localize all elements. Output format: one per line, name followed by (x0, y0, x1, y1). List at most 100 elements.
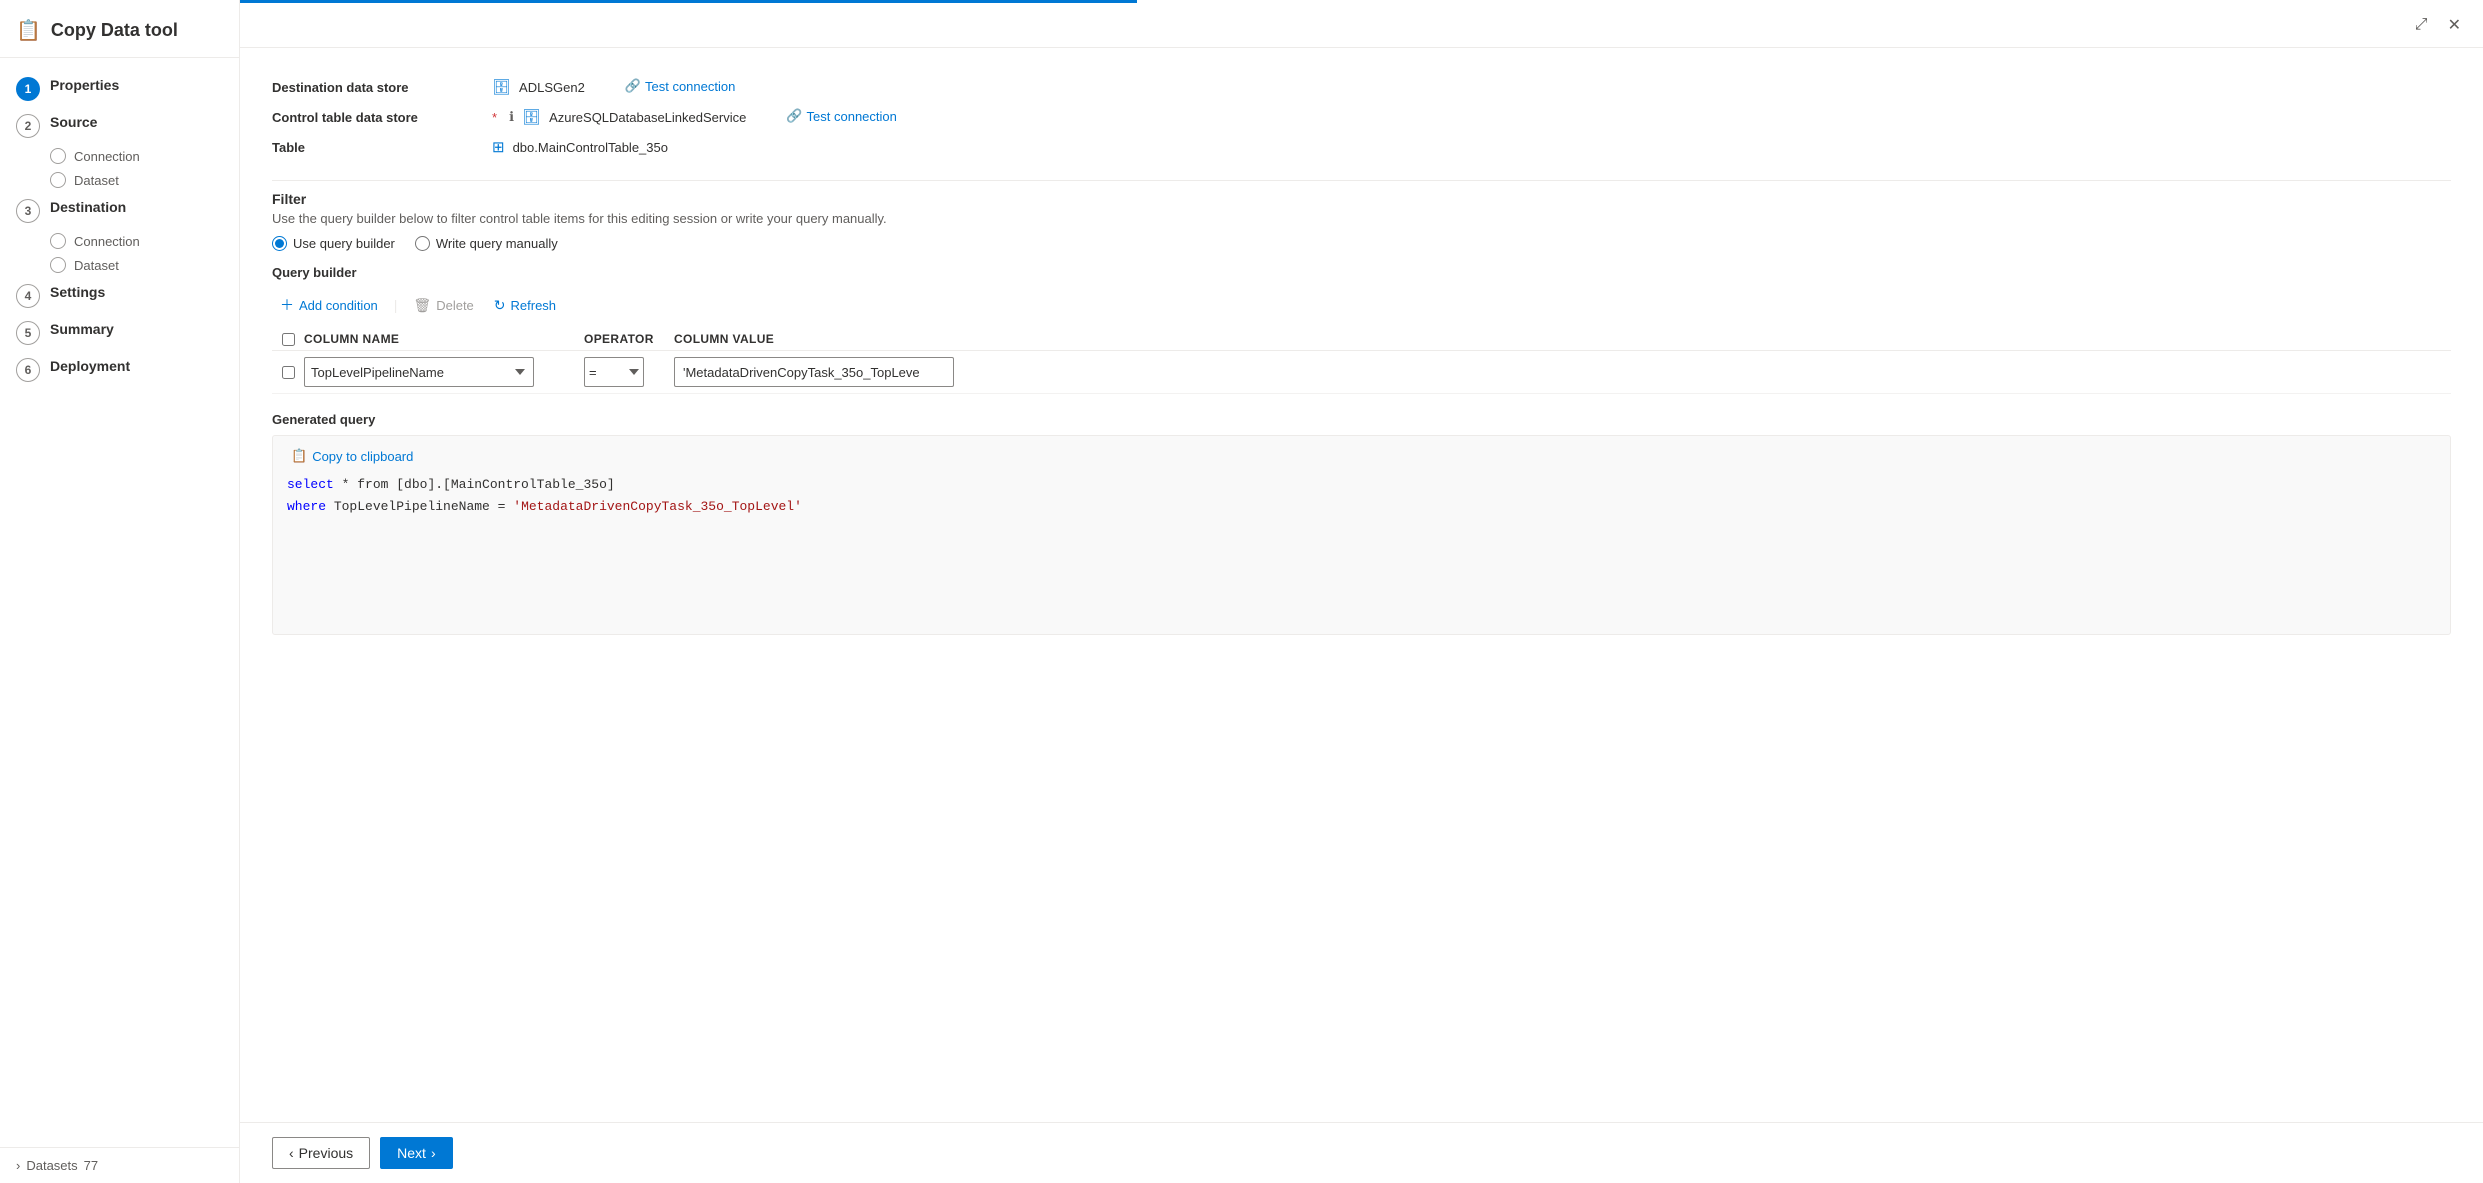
step-circle-6: 6 (16, 358, 40, 382)
next-button[interactable]: Next › (380, 1137, 452, 1169)
test-conn-icon-dest: 🔗 (625, 78, 641, 94)
main-panel: ⤢ ✕ Destination data store 🗄 ADLSGen2 🔗 … (240, 0, 2483, 1183)
step-circle-1: 1 (16, 77, 40, 101)
qb-row-operator-select-wrapper: = != > < (584, 357, 674, 387)
query-keyword-where: where (287, 499, 326, 514)
required-star-control: * (492, 110, 497, 125)
radio-write-query-manually-input[interactable] (415, 236, 430, 251)
sidebar-sub-label-source-conn: Connection (74, 149, 140, 164)
info-row-control-store: Control table data store * ℹ 🗄 AzureSQLD… (272, 102, 2451, 132)
qb-header-check (272, 333, 304, 346)
radio-use-query-builder[interactable]: Use query builder (272, 236, 395, 251)
query-builder-row: TopLevelPipelineName PipelineName Source… (272, 351, 2451, 394)
trash-icon: 🗑 (413, 297, 431, 314)
qb-col-header-name: COLUMN NAME (304, 332, 584, 346)
query-string-value: 'MetadataDrivenCopyTask_35o_TopLevel' (513, 499, 802, 514)
sidebar-sub-destination-dataset[interactable]: Dataset (0, 253, 239, 277)
chevron-right-icon: › (16, 1158, 20, 1173)
sidebar-item-properties[interactable]: 1 Properties (0, 70, 239, 107)
query-text: select * from [dbo].[MainControlTable_35… (287, 474, 2436, 518)
sidebar-sub-label-source-dataset: Dataset (74, 173, 119, 188)
sidebar-sub-source-dataset[interactable]: Dataset (0, 168, 239, 192)
delete-button[interactable]: 🗑 Delete (405, 292, 481, 319)
test-connection-dest-link[interactable]: 🔗 Test connection (625, 78, 736, 94)
qb-row-value-wrapper (674, 357, 2451, 387)
copy-to-clipboard-button[interactable]: 📋 Copy to clipboard (287, 446, 417, 466)
filter-section-title: Filter (272, 191, 2451, 207)
sidebar-header: 📋 Copy Data tool (0, 0, 239, 58)
destination-store-name: ADLSGen2 (519, 80, 585, 95)
sidebar-item-destination[interactable]: 3 Destination (0, 192, 239, 229)
sub-circle-dest-dataset (50, 257, 66, 273)
adls-icon: 🗄 (492, 78, 511, 96)
generated-query-title: Generated query (272, 412, 2451, 427)
query-line-1: select * from [dbo].[MainControlTable_35… (287, 474, 2436, 496)
qb-select-all-checkbox[interactable] (282, 333, 295, 346)
qb-col-header-operator: OPERATOR (584, 332, 674, 346)
expand-icon: ⤢ (2415, 16, 2428, 33)
table-name: dbo.MainControlTable_35o (513, 140, 668, 155)
query-keyword-select: select (287, 477, 334, 492)
refresh-icon: ↻ (494, 297, 506, 314)
sidebar-item-label-destination: Destination (50, 198, 126, 218)
step-circle-4: 4 (16, 284, 40, 308)
sidebar: 📋 Copy Data tool 1 Properties 2 Source C… (0, 0, 240, 1183)
filter-description: Use the query builder below to filter co… (272, 211, 2451, 226)
qb-column-name-select[interactable]: TopLevelPipelineName PipelineName Source… (304, 357, 534, 387)
generated-query-section: Generated query 📋 Copy to clipboard sele… (272, 412, 2451, 635)
sub-circle-dest-conn (50, 233, 66, 249)
sidebar-item-label-deployment: Deployment (50, 357, 130, 377)
sidebar-item-label-properties: Properties (50, 76, 119, 96)
radio-write-query-manually-label: Write query manually (436, 236, 558, 251)
sidebar-item-deployment[interactable]: 6 Deployment (0, 351, 239, 388)
radio-write-query-manually[interactable]: Write query manually (415, 236, 558, 251)
sidebar-sub-destination-connection[interactable]: Connection (0, 229, 239, 253)
main-content: Destination data store 🗄 ADLSGen2 🔗 Test… (240, 48, 2483, 1122)
sidebar-title: Copy Data tool (51, 20, 178, 41)
test-connection-control-link[interactable]: 🔗 Test connection (786, 108, 897, 124)
query-line-2: where TopLevelPipelineName = 'MetadataDr… (287, 496, 2436, 518)
sidebar-item-label-settings: Settings (50, 283, 105, 303)
step-circle-3: 3 (16, 199, 40, 223)
sidebar-item-settings[interactable]: 4 Settings (0, 277, 239, 314)
sidebar-bottom-num: 77 (84, 1158, 98, 1173)
expand-button[interactable]: ⤢ (2409, 11, 2434, 39)
qb-row-check (272, 366, 304, 379)
refresh-button[interactable]: ↻ Refresh (486, 292, 564, 319)
sidebar-sub-label-dest-conn: Connection (74, 234, 140, 249)
generated-query-box: 📋 Copy to clipboard select * from [dbo].… (272, 435, 2451, 635)
sidebar-sub-label-dest-dataset: Dataset (74, 258, 119, 273)
close-icon: ✕ (2448, 17, 2461, 34)
add-condition-button[interactable]: ＋ Add condition (272, 290, 386, 320)
qb-column-value-input[interactable] (674, 357, 954, 387)
bottom-bar: ‹ Previous Next › (240, 1122, 2483, 1183)
sidebar-item-summary[interactable]: 5 Summary (0, 314, 239, 351)
sidebar-sub-source-connection[interactable]: Connection (0, 144, 239, 168)
info-label-control-store: Control table data store (272, 108, 492, 125)
sidebar-item-label-source: Source (50, 113, 97, 133)
table-grid-icon: ⊞ (492, 138, 505, 156)
sub-circle-source-dataset (50, 172, 66, 188)
info-icon: ℹ (509, 109, 514, 125)
qb-operator-select[interactable]: = != > < (584, 357, 644, 387)
sidebar-bottom-datasets[interactable]: › Datasets 77 (0, 1147, 239, 1183)
copy-clipboard-label: Copy to clipboard (312, 449, 413, 464)
query-builder-toolbar: ＋ Add condition | 🗑 Delete ↻ Refresh (272, 290, 2451, 320)
close-button[interactable]: ✕ (2442, 11, 2467, 39)
sidebar-nav: 1 Properties 2 Source Connection Dataset… (0, 58, 239, 400)
sql-icon: 🗄 (522, 108, 541, 126)
sidebar-item-source[interactable]: 2 Source (0, 107, 239, 144)
copy-data-icon: 📋 (16, 18, 41, 43)
plus-icon: ＋ (280, 295, 294, 315)
radio-use-query-builder-input[interactable] (272, 236, 287, 251)
info-row-destination-store: Destination data store 🗄 ADLSGen2 🔗 Test… (272, 72, 2451, 102)
qb-row-checkbox[interactable] (282, 366, 295, 379)
main-top-bar: ⤢ ✕ (240, 3, 2483, 48)
sub-circle-source-conn (50, 148, 66, 164)
sidebar-item-label-summary: Summary (50, 320, 114, 340)
chevron-right-icon: › (431, 1145, 436, 1161)
toolbar-separator: | (394, 297, 398, 313)
query-plain-condition: TopLevelPipelineName = (334, 499, 513, 514)
previous-button[interactable]: ‹ Previous (272, 1137, 370, 1169)
sidebar-bottom-label: Datasets (26, 1158, 77, 1173)
